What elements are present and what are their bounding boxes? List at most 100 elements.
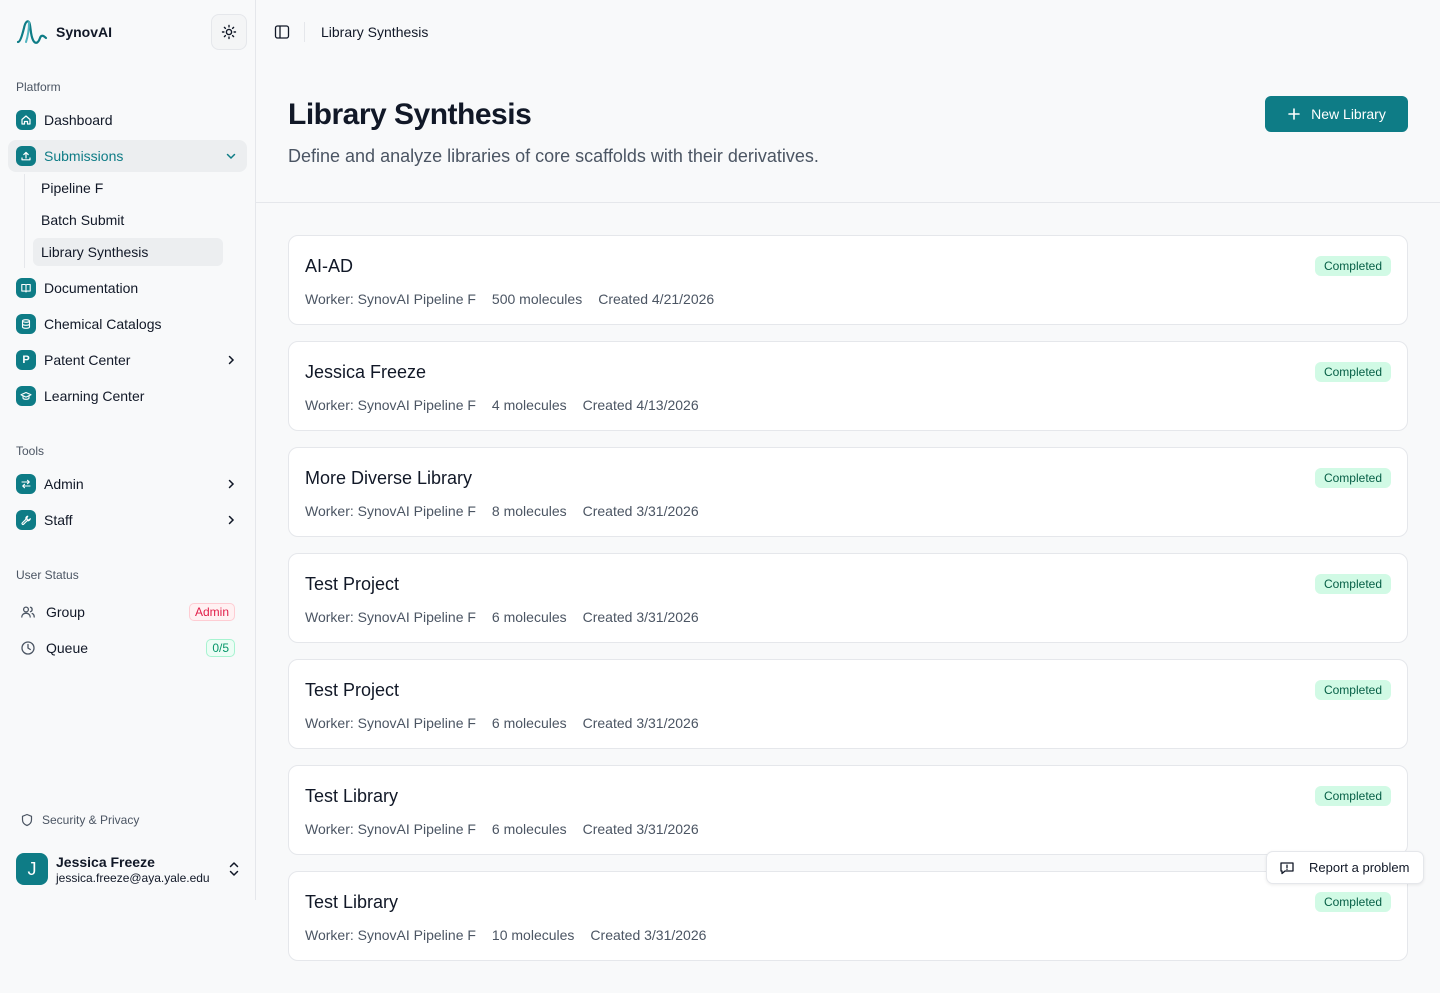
queue-label: Queue <box>46 640 89 656</box>
new-library-label: New Library <box>1311 106 1386 122</box>
sidebar-item-staff[interactable]: Staff <box>8 504 247 536</box>
library-worker: Worker: SynovAI Pipeline F <box>305 927 476 943</box>
sidebar-item-learning-center[interactable]: Learning Center <box>8 380 247 412</box>
library-name: Test Library <box>305 892 399 912</box>
library-card[interactable]: Test Project Worker: SynovAI Pipeline F … <box>288 659 1408 749</box>
library-molecules: 10 molecules <box>491 927 575 943</box>
library-molecules: 8 molecules <box>491 503 567 519</box>
sidebar-item-chemical-catalogs[interactable]: Chemical Catalogs <box>8 308 247 340</box>
library-card[interactable]: Jessica Freeze Worker: SynovAI Pipeline … <box>288 341 1408 431</box>
library-name: Test Project <box>305 680 400 700</box>
library-molecules: 6 molecules <box>491 821 567 837</box>
library-card[interactable]: Test Project Worker: SynovAI Pipeline F … <box>288 553 1408 643</box>
library-worker: Worker: SynovAI Pipeline F <box>305 291 476 307</box>
library-card[interactable]: Test Library Worker: SynovAI Pipeline F … <box>288 871 1408 961</box>
brand-name: SynovAI <box>56 24 113 40</box>
main-content: Library Synthesis Library Synthesis Defi… <box>256 0 1440 993</box>
user-info: Jessica Freeze jessica.freeze@aya.yale.e… <box>56 854 210 885</box>
library-worker: Worker: SynovAI Pipeline F <box>305 397 476 413</box>
library-meta: Worker: SynovAI Pipeline F 6 molecules C… <box>305 715 699 731</box>
library-name: Test Project <box>305 574 400 594</box>
sidebar-item-submissions[interactable]: Submissions <box>8 140 247 172</box>
breadcrumb: Library Synthesis <box>321 24 429 40</box>
sidebar-item-label: Patent Center <box>44 352 131 368</box>
page-subtitle: Define and analyze libraries of core sca… <box>288 146 819 166</box>
sidebar-subitem-library-synthesis[interactable]: Library Synthesis <box>33 238 223 266</box>
user-menu[interactable]: J Jessica Freeze jessica.freeze@aya.yale… <box>16 851 240 887</box>
sidebar-item-patent-center[interactable]: P Patent Center <box>8 344 247 376</box>
chevron-right-icon <box>228 515 235 525</box>
library-molecules: 500 molecules <box>491 291 583 307</box>
status-badge: Completed <box>1314 892 1391 912</box>
group-label: Group <box>46 604 85 620</box>
patent-letter: P <box>22 354 30 366</box>
avatar: J <box>16 853 48 885</box>
status-badge: Completed <box>1314 680 1391 700</box>
theme-toggle-button[interactable] <box>211 14 247 50</box>
group-status[interactable]: Group Admin <box>8 596 247 628</box>
library-meta: Worker: SynovAI Pipeline F 6 molecules C… <box>305 821 699 837</box>
users-icon <box>21 606 35 618</box>
sidebar-subitem-batch-submit[interactable]: Batch Submit <box>33 206 223 234</box>
chevron-right-icon <box>228 355 235 365</box>
library-card[interactable]: More Diverse Library Worker: SynovAI Pip… <box>288 447 1408 537</box>
book-icon <box>16 278 36 298</box>
message-alert-icon <box>1280 861 1294 874</box>
report-problem-label: Report a problem <box>1309 860 1410 875</box>
topbar-divider <box>304 22 305 42</box>
queue-badge: 0/5 <box>206 639 235 657</box>
sidebar-item-dashboard[interactable]: Dashboard <box>8 104 247 136</box>
sidebar-item-label: Documentation <box>44 280 139 296</box>
library-molecules: 4 molecules <box>491 397 567 413</box>
clock-icon <box>21 641 35 655</box>
brand[interactable]: SynovAI <box>16 16 112 48</box>
new-library-button[interactable]: New Library <box>1265 96 1408 132</box>
library-card[interactable]: AI-AD Worker: SynovAI Pipeline F 500 mol… <box>288 235 1408 325</box>
library-worker: Worker: SynovAI Pipeline F <box>305 821 476 837</box>
database-icon <box>16 314 36 334</box>
library-worker: Worker: SynovAI Pipeline F <box>305 715 476 731</box>
user-email: jessica.freeze@aya.yale.edu <box>56 870 210 885</box>
library-meta: Worker: SynovAI Pipeline F 8 molecules C… <box>305 503 699 519</box>
library-created: Created 4/21/2026 <box>598 291 715 307</box>
sidebar-subitem-label: Pipeline F <box>41 180 104 196</box>
library-meta: Worker: SynovAI Pipeline F 10 molecules … <box>305 927 706 943</box>
library-name: More Diverse Library <box>305 468 473 488</box>
patent-letter-icon: P <box>16 350 36 370</box>
chevrons-up-down-icon <box>229 862 239 876</box>
shield-icon <box>21 813 33 827</box>
library-name: Jessica Freeze <box>305 362 427 382</box>
status-badge: Completed <box>1314 786 1391 806</box>
sidebar-item-documentation[interactable]: Documentation <box>8 272 247 304</box>
sidebar-item-label: Learning Center <box>44 388 145 404</box>
wrench-icon <box>16 510 36 530</box>
status-badge: Completed <box>1314 574 1391 594</box>
sidebar-toggle-icon[interactable] <box>274 24 290 40</box>
library-created: Created 4/13/2026 <box>582 397 699 413</box>
status-badge: Completed <box>1314 362 1391 382</box>
sidebar-subitem-label: Library Synthesis <box>41 244 149 260</box>
library-card[interactable]: Test Library Worker: SynovAI Pipeline F … <box>288 765 1408 855</box>
security-label: Security & Privacy <box>42 813 140 827</box>
sidebar-item-admin[interactable]: Admin <box>8 468 247 500</box>
library-molecules: 6 molecules <box>491 715 567 731</box>
sidebar-item-label: Admin <box>44 476 84 492</box>
library-created: Created 3/31/2026 <box>582 503 699 519</box>
library-worker: Worker: SynovAI Pipeline F <box>305 609 476 625</box>
library-molecules: 6 molecules <box>491 609 567 625</box>
sidebar-item-label: Chemical Catalogs <box>44 316 162 332</box>
submenu-divider <box>24 174 25 268</box>
upload-icon <box>16 146 36 166</box>
page-title: Library Synthesis <box>288 98 532 131</box>
plus-icon <box>1288 108 1300 120</box>
sidebar-subitem-pipeline-f[interactable]: Pipeline F <box>33 174 223 202</box>
security-privacy-link[interactable]: Security & Privacy <box>20 813 139 827</box>
library-meta: Worker: SynovAI Pipeline F 4 molecules C… <box>305 397 699 413</box>
tools-label: Tools <box>16 444 45 458</box>
library-name: AI-AD <box>305 256 354 276</box>
report-problem-button[interactable]: Report a problem <box>1266 851 1424 884</box>
library-created: Created 3/31/2026 <box>582 609 699 625</box>
queue-status[interactable]: Queue 0/5 <box>8 632 247 664</box>
sidebar-subitem-label: Batch Submit <box>41 212 125 228</box>
status-badge: Completed <box>1314 256 1391 276</box>
